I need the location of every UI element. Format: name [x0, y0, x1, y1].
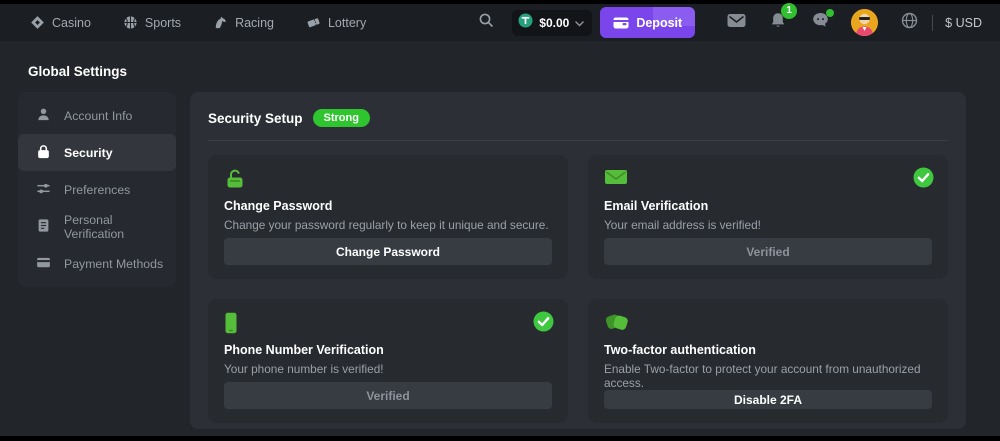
chat-online-dot: [826, 9, 834, 17]
wallet-balance-chip[interactable]: $0.00: [512, 10, 592, 36]
security-title: Security Setup: [208, 111, 303, 126]
header-divider: [208, 140, 948, 141]
email-verified-button[interactable]: Verified: [604, 238, 932, 265]
security-panel: Security Setup Strong Change Password Ch…: [190, 92, 966, 429]
chevron-down-icon: [575, 14, 584, 32]
card-title: Phone Number Verification: [224, 343, 552, 357]
change-password-button[interactable]: Change Password: [224, 238, 552, 265]
card-description: Your email address is verified!: [604, 218, 932, 232]
phone-verified-button[interactable]: Verified: [224, 382, 552, 409]
language-button[interactable]: [898, 12, 920, 34]
nav-item-sports[interactable]: Sports: [123, 15, 181, 30]
page-title: Global Settings: [28, 64, 127, 79]
nav-label: Casino: [52, 16, 91, 30]
security-header: Security Setup Strong: [208, 109, 948, 127]
nav-item-casino[interactable]: Casino: [30, 15, 91, 30]
search-icon: [478, 12, 494, 33]
nav-item-lottery[interactable]: Lottery: [306, 15, 366, 30]
globe-icon: [901, 12, 918, 34]
sidebar-item-account-info[interactable]: Account Info: [18, 97, 176, 134]
settings-sidebar: Account Info Security Preferences Person…: [18, 92, 176, 287]
card-description: Your phone number is verified!: [224, 362, 552, 376]
nav-label: Sports: [145, 16, 181, 30]
phone-icon: [224, 312, 552, 334]
sidebar-item-payment-methods[interactable]: Payment Methods: [18, 245, 176, 282]
topbar-divider: [932, 15, 933, 31]
disable-2fa-button[interactable]: Disable 2FA: [604, 390, 932, 409]
sidebar-item-label: Security: [64, 146, 113, 160]
card-title: Change Password: [224, 199, 552, 213]
racing-horse-icon: [213, 15, 228, 30]
card-title: Two-factor authentication: [604, 343, 932, 357]
sidebar-item-personal-verification[interactable]: Personal Verification: [18, 208, 176, 245]
strength-badge: Strong: [313, 109, 370, 127]
lottery-ticket-icon: [306, 15, 321, 30]
id-document-icon: [36, 218, 51, 236]
sidebar-item-label: Payment Methods: [64, 257, 163, 271]
security-cards-grid: Change Password Change your password reg…: [208, 155, 948, 423]
sidebar-item-preferences[interactable]: Preferences: [18, 171, 176, 208]
topbar-right: $0.00 Deposit 1: [478, 7, 982, 38]
nav-item-racing[interactable]: Racing: [213, 15, 274, 30]
nav-label: Lottery: [328, 16, 366, 30]
currency-selector[interactable]: $ USD: [945, 16, 982, 30]
card-description: Enable Two-factor to protect your accoun…: [604, 362, 932, 390]
notifications-button[interactable]: 1: [767, 12, 789, 34]
sidebar-item-label: Preferences: [64, 183, 130, 197]
wallet-icon: [613, 16, 629, 29]
balance-amount: $0.00: [539, 16, 569, 30]
topbar: Casino Sports Racing Lottery: [0, 4, 1000, 41]
main-nav: Casino Sports Racing Lottery: [30, 15, 366, 30]
user-icon: [36, 107, 51, 125]
verified-check-icon: [533, 311, 554, 337]
card-title: Email Verification: [604, 199, 932, 213]
preferences-sliders-icon: [36, 181, 51, 199]
sidebar-item-security[interactable]: Security: [18, 134, 176, 171]
currency-label: $ USD: [945, 16, 982, 30]
credit-card-icon: [36, 255, 51, 273]
chat-button[interactable]: [809, 12, 831, 33]
sidebar-item-label: Account Info: [64, 109, 132, 123]
two-factor-card: Two-factor authentication Enable Two-fac…: [588, 299, 948, 423]
nav-label: Racing: [235, 16, 274, 30]
tether-coin-icon: [518, 13, 533, 33]
lock-icon: [36, 144, 51, 162]
verified-check-icon: [913, 167, 934, 193]
change-password-card: Change Password Change your password reg…: [208, 155, 568, 279]
sports-ball-icon: [123, 15, 138, 30]
padlock-icon: [224, 168, 552, 190]
email-verification-card: Email Verification Your email address is…: [588, 155, 948, 279]
sidebar-item-label: Personal Verification: [64, 213, 176, 241]
deposit-label: Deposit: [636, 16, 682, 30]
casino-diamond-icon: [30, 15, 45, 30]
two-shields-icon: [604, 312, 932, 334]
deposit-button[interactable]: Deposit: [600, 7, 695, 38]
mail-icon: [727, 13, 746, 33]
app-window: Casino Sports Racing Lottery: [0, 4, 1000, 436]
search-button[interactable]: [478, 12, 494, 33]
inbox-button[interactable]: [725, 13, 747, 33]
notification-count-badge: 1: [781, 3, 797, 19]
card-description: Change your password regularly to keep i…: [224, 218, 552, 232]
user-avatar[interactable]: [851, 9, 878, 36]
envelope-icon: [604, 168, 932, 190]
phone-verification-card: Phone Number Verification Your phone num…: [208, 299, 568, 423]
